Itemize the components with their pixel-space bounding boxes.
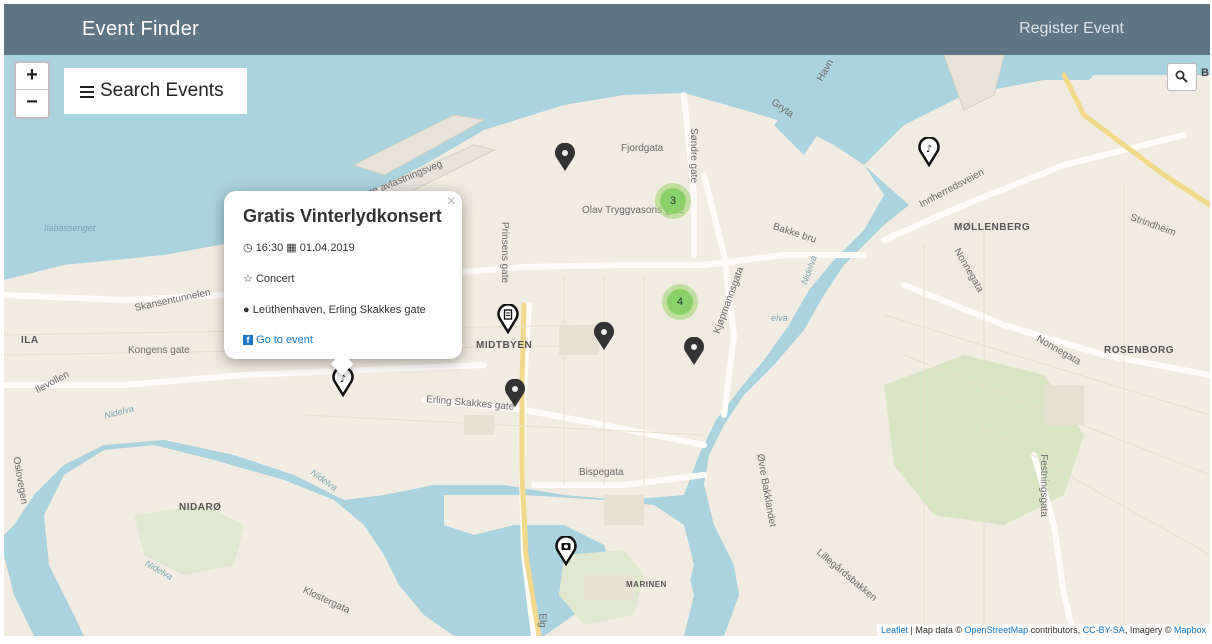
geo-search-button[interactable] [1167,63,1197,91]
attribution-text-1: | Map data © [908,625,965,635]
attribution-text-2: contributors, [1028,625,1083,635]
label-kongens-gate: Kongens gate [128,345,190,356]
calendar-icon: ▦ [286,242,297,254]
event-cluster[interactable]: 3 [655,183,691,219]
label-rosenborg: ROSENBORG [1104,345,1175,356]
popup-category: Concert [255,273,295,285]
app-root: Event Finder Register Event Ilabassenget… [0,0,1212,644]
zoom-control: + − [14,61,50,119]
map-attribution: Leaflet | Map data © OpenStreetMap contr… [877,624,1210,636]
map-canvas[interactable]: Ilabassenget Skansentunnelen ILA Kongens… [4,55,1210,636]
label-fjordgata: Fjordgata [621,143,664,154]
osm-link[interactable]: OpenStreetMap [965,625,1029,635]
label-midtbyen: MIDTBYEN [476,340,533,351]
facebook-icon: f [243,335,253,345]
event-pin-icon[interactable] [553,143,577,173]
search-events-label: Search Events [100,80,224,101]
popup-location-row: ● Leüthenhaven, Erling Skakkes gate [243,304,426,316]
label-bispegata: Bispegata [579,467,624,478]
go-to-event-label: Go to event [256,334,313,346]
label-prinsens-gate: Prinsens gate [499,221,511,284]
label-festningsgata: Festningsgata [1037,454,1049,517]
popup-date: 01.04.2019 [299,242,355,254]
cluster-count: 3 [660,188,686,214]
label-elg: Elg [536,613,548,628]
search-events-button[interactable]: Search Events [64,68,247,114]
cluster-count: 4 [667,289,693,315]
zoom-in-button[interactable]: + [16,63,48,90]
leaflet-link[interactable]: Leaflet [881,625,908,635]
label-marinen: MARINEN [626,580,667,589]
event-popup: × Gratis Vinterlydkonsert ◷ 16:30 ▦ 01.0… [224,191,462,376]
attribution-text-3: , Imagery © [1124,625,1174,635]
music-note-pin-icon[interactable]: ♪ [917,137,941,167]
label-ila: ILA [21,335,39,346]
event-pin-icon[interactable] [503,379,527,409]
popup-title: Gratis Vinterlydkonsert [243,206,442,226]
camera-pin-icon[interactable] [554,536,578,566]
register-event-link[interactable]: Register Event [1019,20,1124,38]
label-ilabassenget: Ilabassenget [44,223,96,233]
search-icon [1175,70,1188,83]
popup-close-button[interactable]: × [447,193,456,211]
popup-datetime-row: ◷ 16:30 ▦ 01.04.2019 [243,241,355,254]
mapbox-link[interactable]: Mapbox [1174,625,1206,635]
event-cluster[interactable]: 4 [662,284,698,320]
popup-time: 16:30 [255,242,284,254]
clock-icon: ◷ [243,242,253,254]
svg-text:♪: ♪ [926,144,932,155]
svg-text:♪: ♪ [340,374,346,385]
brand-title[interactable]: Event Finder [82,18,199,41]
navbar: Event Finder Register Event [4,4,1210,55]
map-marker-icon: ● [243,304,250,316]
zoom-out-button[interactable]: − [16,90,48,116]
label-nidaro: NIDARØ [179,502,222,513]
star-icon: ☆ [243,273,253,285]
go-to-event-link[interactable]: f Go to event [243,334,313,346]
popup-category-row: ☆ Concert [243,272,294,285]
menu-icon [80,86,94,101]
popup-location: Leüthenhaven, Erling Skakkes gate [252,304,426,316]
event-pin-icon[interactable] [592,322,616,352]
label-elva: elva [771,313,788,323]
geo-search-text: B [1201,67,1209,79]
label-sondre-gate: Søndre gate [688,127,700,184]
event-pin-icon[interactable] [682,337,706,367]
label-mollenberg: MØLLENBERG [954,222,1031,233]
document-pin-icon[interactable] [496,304,520,334]
license-link[interactable]: CC-BY-SA [1083,625,1125,635]
